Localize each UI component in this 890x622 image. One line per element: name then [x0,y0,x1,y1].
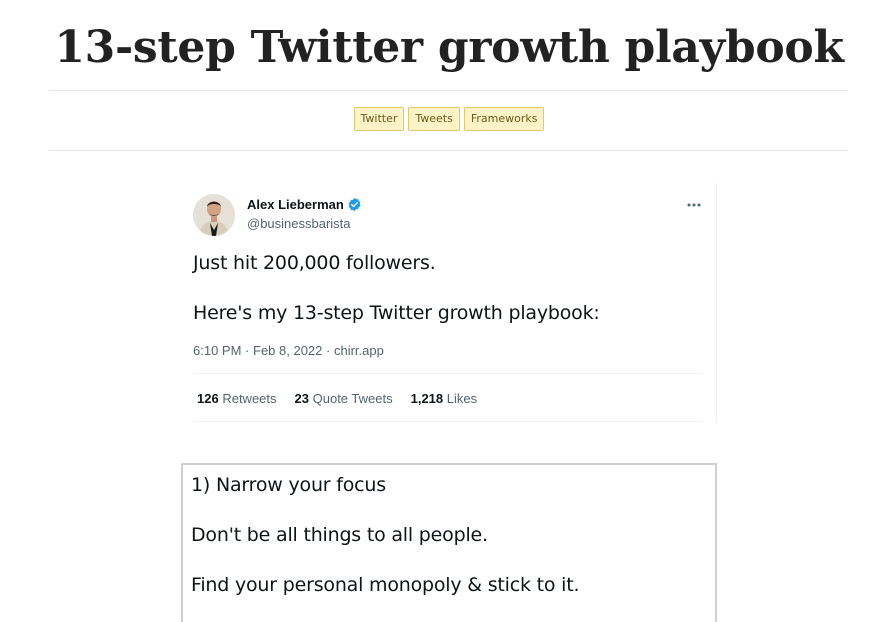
likes-count: 1,218 [410,391,444,406]
divider-top [49,90,848,91]
author-name[interactable]: Alex Lieberman [247,197,362,212]
meta-separator: · [326,343,334,358]
tweet-text-line: Here's my 13-step Twitter growth playboo… [193,302,600,324]
tag-twitter[interactable]: Twitter [353,107,405,131]
avatar[interactable] [193,194,235,236]
retweets-label: Retweets [222,391,277,406]
tweet-meta: 6:10 PM · Feb 8, 2022 · chirr.app [193,343,384,358]
tag-list: Twitter Tweets Frameworks [0,107,890,131]
quote-tweets-stat[interactable]: 23 Quote Tweets [295,391,393,406]
author-name-text: Alex Lieberman [247,197,344,212]
page-title: 13-step Twitter growth playbook [54,22,844,73]
quote-tweets-count: 23 [294,391,309,406]
tweet-text-line: Just hit 200,000 followers. [193,252,436,274]
tweet-stats: 126 Retweets 23 Quote Tweets 1,218 Likes [197,391,477,406]
author-handle[interactable]: @businessbarista [247,216,351,231]
thread-text: 1) Narrow your focus Don't be all things… [191,473,701,597]
retweets-count: 126 [197,391,219,406]
tweet-time[interactable]: 6:10 PM [193,343,241,358]
tag-tweets[interactable]: Tweets [408,107,460,131]
more-options-icon[interactable] [686,197,702,213]
retweets-stat[interactable]: 126 Retweets [197,391,277,406]
divider [193,421,703,422]
tweet-edge [716,183,717,423]
tweet-text: Just hit 200,000 followers. Here's my 13… [193,251,693,325]
tag-frameworks[interactable]: Frameworks [463,107,545,131]
thread-card: 1) Narrow your focus Don't be all things… [181,463,717,622]
tweet-source[interactable]: chirr.app [334,343,384,358]
embedded-tweet: Alex Lieberman @businessbarista Just hit… [193,183,703,423]
thread-line: Don't be all things to all people. [191,524,488,546]
quote-tweets-label: Quote Tweets [312,391,393,406]
meta-separator: · [245,343,253,358]
thread-line: Find your personal monopoly & stick to i… [191,574,580,596]
divider [193,373,703,374]
likes-label: Likes [446,391,478,406]
tweet-date[interactable]: Feb 8, 2022 [253,343,322,358]
divider-bottom [49,150,848,151]
verified-badge-icon [347,197,362,212]
likes-stat[interactable]: 1,218 Likes [411,391,478,406]
thread-line: 1) Narrow your focus [191,474,386,496]
